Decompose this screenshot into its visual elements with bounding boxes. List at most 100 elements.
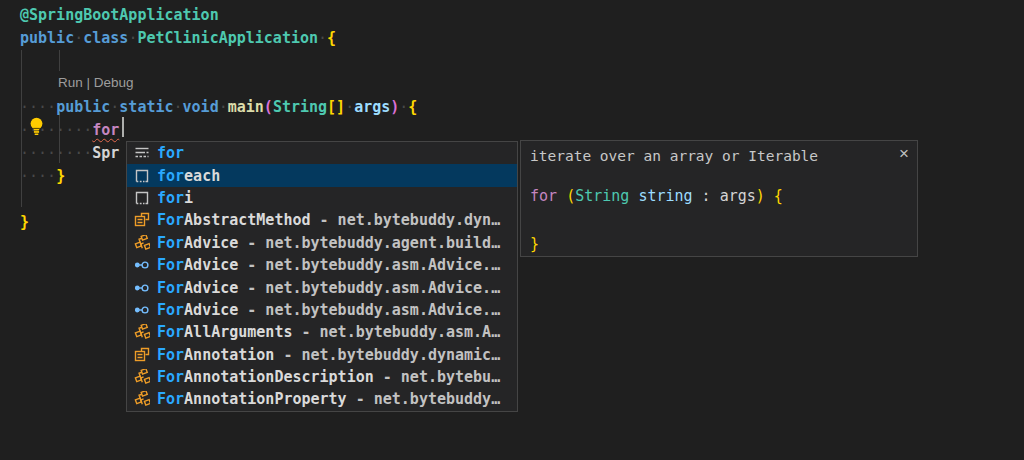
class-icon	[134, 347, 150, 363]
suggest-item-detail: - net.bytebuddy.asm.Advice.…	[238, 256, 500, 274]
code-token: public	[20, 29, 74, 47]
code-token: :	[693, 187, 720, 205]
suggest-item[interactable]: ForAdvice - net.bytebuddy.agent.build…	[127, 232, 517, 254]
run-link[interactable]: Run	[58, 75, 83, 90]
code-token: PetClinicApplication	[137, 29, 318, 47]
docs-code-line: }	[530, 235, 539, 253]
suggest-item-label: ForAbstractMethod	[157, 211, 311, 229]
suggest-item-detail: - net.bytebu…	[374, 368, 500, 386]
code-token: ·	[74, 29, 83, 47]
snippet-box-icon	[134, 168, 150, 184]
code-token: ·	[174, 98, 183, 116]
suggest-item[interactable]: ForAnnotation - net.bytebuddy.dynamic…	[127, 344, 517, 366]
docs-code-line: for (String string : args) {	[530, 187, 783, 205]
code-token: {	[408, 98, 417, 116]
suggest-item[interactable]: ForAbstractMethod - net.bytebuddy.dyn…	[127, 209, 517, 231]
suggest-item-label: ForAnnotationProperty	[157, 390, 347, 408]
code-token: ·	[399, 98, 408, 116]
code-token: static	[119, 98, 173, 116]
suggest-item[interactable]: ForAdvice - net.bytebuddy.asm.Advice.…	[127, 299, 517, 321]
code-token: (	[264, 98, 273, 116]
suggest-item-label: for	[157, 144, 184, 162]
code-token: void	[183, 98, 219, 116]
code-token	[557, 187, 566, 205]
code-token: main	[228, 98, 264, 116]
codelens-separator: |	[83, 75, 94, 90]
code-token	[765, 187, 774, 205]
code-token: String	[273, 98, 327, 116]
suggest-item-label: ForAnnotationDescription	[157, 368, 374, 386]
suggest-item[interactable]: foreach	[127, 164, 517, 186]
code-line: ····}	[20, 165, 65, 188]
code-token: public	[56, 98, 110, 116]
code-token: @SpringBootApplication	[20, 6, 219, 24]
suggest-item-detail: - net.bytebuddy.agent.build…	[238, 234, 500, 252]
snippet-box-icon	[134, 190, 150, 206]
suggest-item[interactable]: ForAdvice - net.bytebuddy.asm.Advice.…	[127, 254, 517, 276]
code-token: args	[354, 98, 390, 116]
lightbulb-icon[interactable]	[26, 116, 47, 137]
suggest-item-label: ForAdvice	[157, 234, 238, 252]
code-token: String	[575, 187, 629, 205]
docs-summary: iterate over an array or Iterable	[530, 148, 818, 164]
text-cursor	[122, 117, 124, 137]
snippet-lines-icon	[134, 145, 150, 161]
interface-icon	[134, 280, 150, 296]
suggest-item-label: ForAnnotation	[157, 346, 274, 364]
suggest-item[interactable]: fori	[127, 187, 517, 209]
suggest-item-detail: - net.bytebuddy.dyn…	[311, 211, 501, 229]
code-line: ········Spr	[20, 142, 119, 165]
close-icon[interactable]: ×	[899, 144, 909, 164]
class-icon	[134, 212, 150, 228]
code-line: ····public·static·void·main(String[]·arg…	[20, 96, 417, 119]
code-token: args	[720, 187, 756, 205]
codelens: Run | Debug	[58, 75, 134, 90]
struct-icon	[134, 235, 150, 251]
interface-icon	[134, 302, 150, 318]
suggest-item[interactable]: ForAdvice - net.bytebuddy.asm.Advice.…	[127, 276, 517, 298]
code-token: ·	[219, 98, 228, 116]
code-token: (	[566, 187, 575, 205]
struct-icon	[134, 391, 150, 407]
debug-link[interactable]: Debug	[94, 75, 134, 90]
code-token: ·	[110, 98, 119, 116]
struct-icon	[134, 369, 150, 385]
suggest-item-detail: - net.bytebuddy…	[347, 390, 501, 408]
suggest-item-label: ForAllArguments	[157, 323, 292, 341]
suggest-item-label: foreach	[157, 167, 220, 185]
code-line: public·class·PetClinicApplication·{	[20, 27, 336, 50]
suggest-item-detail: - net.bytebuddy.asm.A…	[292, 323, 500, 341]
suggest-widget: for foreach fori ForAbstractMethod - net…	[126, 141, 518, 412]
code-token: ····	[20, 167, 56, 185]
suggest-item[interactable]: for	[127, 142, 517, 164]
suggest-item-label: ForAdvice	[157, 256, 238, 274]
code-token: }	[530, 235, 539, 253]
code-token: ····	[20, 98, 56, 116]
code-token: {	[774, 187, 783, 205]
code-line: }	[20, 211, 29, 234]
suggest-item-label: ForAdvice	[157, 279, 238, 297]
code-token: }	[56, 167, 65, 185]
suggest-item-detail: - net.bytebuddy.dynamic…	[274, 346, 500, 364]
code-token: )	[756, 187, 765, 205]
indent-guide	[59, 50, 60, 71]
suggest-docs-widget: iterate over an array or Iterable × for …	[520, 140, 918, 257]
suggest-item-detail: - net.bytebuddy.asm.Advice.…	[238, 301, 500, 319]
interface-icon	[134, 257, 150, 273]
code-token: )	[390, 98, 399, 116]
code-line: @SpringBootApplication	[20, 4, 219, 27]
code-token: for	[92, 121, 119, 139]
suggest-item-label: fori	[157, 189, 193, 207]
code-token: Spr	[92, 144, 119, 162]
code-token: for	[530, 187, 557, 205]
code-editor[interactable]: @SpringBootApplication public·class·PetCl…	[0, 0, 1024, 460]
suggest-item[interactable]: ForAnnotationProperty - net.bytebuddy…	[127, 388, 517, 410]
suggest-item[interactable]: ForAllArguments - net.bytebuddy.asm.A…	[127, 321, 517, 343]
suggest-item[interactable]: ForAnnotationDescription - net.bytebu…	[127, 366, 517, 388]
code-token: ·	[318, 29, 327, 47]
code-token: string	[638, 187, 692, 205]
code-token: {	[327, 29, 336, 47]
code-token: ········	[20, 144, 92, 162]
code-token: ·	[345, 98, 354, 116]
suggest-item-label: ForAdvice	[157, 301, 238, 319]
